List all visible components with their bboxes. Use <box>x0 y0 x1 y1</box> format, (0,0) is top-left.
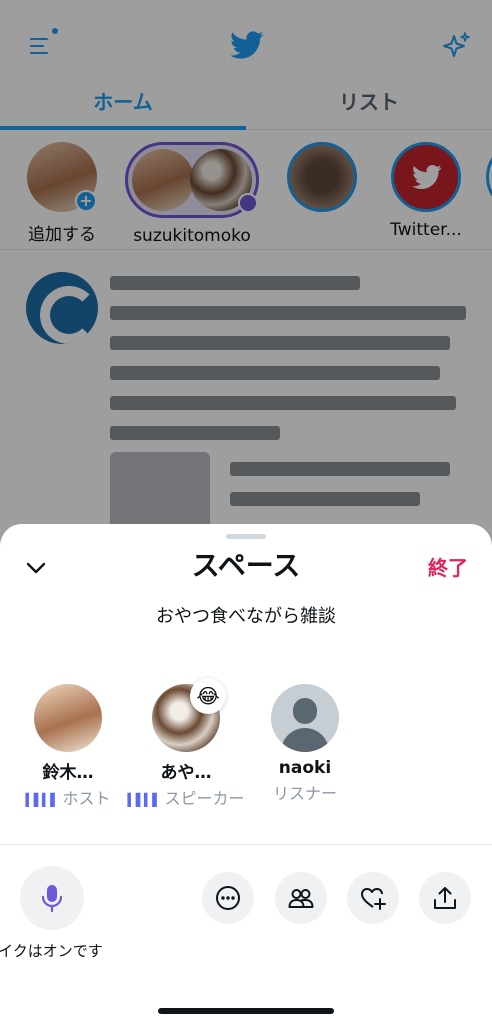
reaction-button[interactable] <box>347 872 399 924</box>
participant-name: あや… <box>160 763 212 783</box>
more-button[interactable] <box>202 872 254 924</box>
participants-button[interactable] <box>275 872 327 924</box>
space-name: おやつ食べながら雑談 <box>156 606 336 627</box>
reaction-emoji: 😂 <box>190 678 226 714</box>
participant-role: リスナー <box>272 784 337 803</box>
share-icon <box>434 887 456 909</box>
avatar: 😂 <box>152 678 226 752</box>
mic-status-label: イクはオンです <box>0 942 103 960</box>
people-icon <box>288 889 314 908</box>
audio-wave-icon: ▍▌▍▌ <box>25 793 60 807</box>
participant-listener[interactable]: naoki リスナー <box>245 684 365 804</box>
participant-host[interactable]: 鈴木… ▍▌▍▌ ホスト <box>8 684 128 809</box>
avatar <box>34 684 102 752</box>
participant-role: ▍▌▍▌ ホスト <box>8 785 128 809</box>
more-icon <box>216 886 240 910</box>
participant-name: naoki <box>278 758 332 778</box>
participant-speaker[interactable]: 😂 あや… ▍▌▍▌ スピーカー <box>126 678 246 809</box>
microphone-icon <box>41 885 63 912</box>
heart-plus-icon <box>361 888 386 910</box>
default-avatar-icon <box>271 684 339 752</box>
end-button[interactable]: 終了 <box>428 552 468 581</box>
sheet-title: スペース <box>191 549 301 582</box>
audio-wave-icon: ▍▌▍▌ <box>127 793 162 807</box>
share-button[interactable] <box>419 872 471 924</box>
participant-role: ▍▌▍▌ スピーカー <box>126 785 246 809</box>
participant-name: 鈴木… <box>42 763 94 783</box>
role-label: スピーカー <box>164 789 245 808</box>
role-label: ホスト <box>62 789 111 808</box>
spaces-sheet: スペース 終了 おやつ食べながら雑談 鈴木… ▍▌▍▌ ホスト 😂 あや… ▍▌▍… <box>0 524 492 1024</box>
divider <box>0 844 492 845</box>
drag-handle[interactable] <box>226 534 266 539</box>
home-indicator <box>158 1008 334 1014</box>
mic-button[interactable] <box>20 866 84 930</box>
